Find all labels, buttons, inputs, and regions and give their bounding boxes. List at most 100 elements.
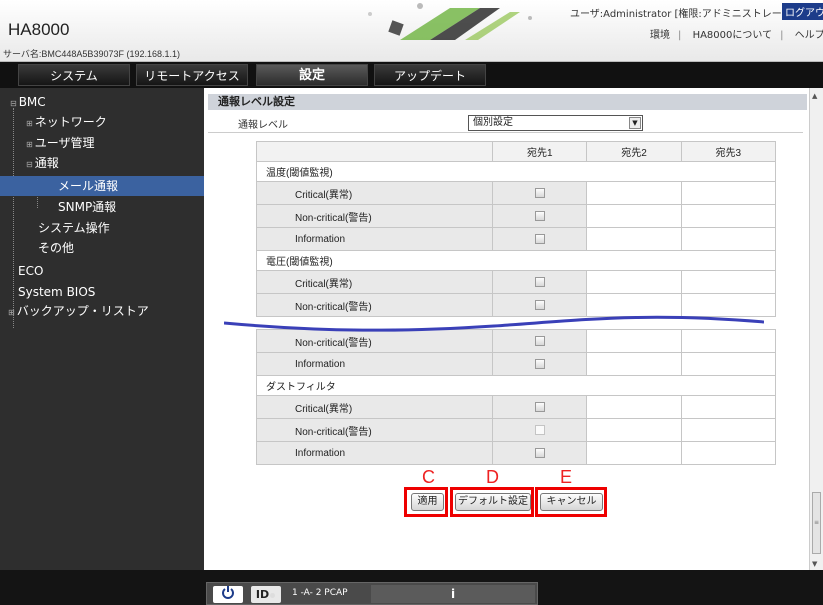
server-name: サーバ名:BMC448A5B39073F (192.168.1.1) [3, 49, 181, 59]
table-cell [680, 441, 777, 465]
link-separator: | [780, 30, 784, 41]
vertical-scrollbar[interactable]: ▲ ≡ ▼ [809, 88, 823, 570]
checkbox[interactable] [534, 447, 545, 458]
group-row: 電圧(閾値監視) [256, 250, 776, 271]
table-cell [586, 352, 682, 376]
table-cell [680, 270, 777, 294]
sidebar-item-bmc[interactable]: ⊟ BMC [0, 92, 204, 112]
power-icon[interactable] [213, 586, 243, 603]
checkbox[interactable] [534, 276, 545, 287]
severity-label: Non-critical(警告) [255, 204, 494, 228]
checkbox[interactable] [534, 401, 545, 412]
severity-label: Critical(異常) [255, 181, 494, 205]
severity-label: Information [255, 227, 494, 251]
tab-remote-access[interactable]: リモートアクセス [136, 64, 248, 86]
scroll-down-icon[interactable]: ▼ [812, 560, 817, 568]
table-row: Information [255, 441, 777, 465]
omission-wave-line [224, 315, 764, 332]
logout-button[interactable]: ログアウト [782, 3, 823, 20]
column-header: 宛先2 [586, 141, 682, 162]
default-settings-button[interactable]: デフォルト設定 [455, 493, 531, 511]
environment-link[interactable]: 環境 [650, 30, 670, 41]
tab-settings[interactable]: 設定 [256, 64, 368, 86]
checkbox-cell [492, 227, 588, 251]
group-label: 温度(閾値監視) [256, 161, 776, 182]
sidebar-item-system-bios[interactable]: System BIOS [0, 282, 204, 302]
dropdown-arrow-icon[interactable]: ▼ [629, 117, 641, 129]
sidebar-item-snmp-notification[interactable]: SNMP通報 [0, 197, 204, 217]
table-row: Non-critical(警告) [255, 204, 777, 228]
group-label: ダストフィルタ [256, 375, 776, 396]
sidebar-item-notification[interactable]: ⊟ 通報 [0, 153, 204, 173]
scroll-up-icon[interactable]: ▲ [812, 92, 817, 100]
user-info: ユーザ:Administrator [権限:アドミニストレータ] [570, 9, 796, 20]
checkbox[interactable] [534, 358, 545, 369]
group-row: 温度(閾値監視) [256, 161, 776, 182]
checkbox[interactable] [534, 210, 545, 221]
header-links: 環境 | HA8000について | ヘルプ [650, 26, 823, 41]
sidebar-item-network[interactable]: ⊞ ネットワーク [0, 112, 204, 132]
id-label: ID [255, 588, 270, 601]
table-cell [586, 418, 682, 442]
level-label: 通報レベル [238, 120, 288, 131]
checkbox-cell [492, 352, 588, 376]
group-label: 電圧(閾値監視) [256, 250, 776, 271]
checkbox[interactable] [534, 187, 545, 198]
tab-update[interactable]: アップデート [374, 64, 486, 86]
table-cell [680, 352, 777, 376]
collapse-icon[interactable]: ⊟ [10, 99, 17, 108]
sidebar-item-mail-notification[interactable]: メール通報 [0, 176, 204, 196]
apply-button[interactable]: 適用 [411, 493, 444, 511]
sidebar-item-label: ネットワーク [34, 115, 107, 129]
sidebar-item-eco[interactable]: ECO [0, 261, 204, 281]
checkbox-disabled[interactable] [534, 424, 545, 435]
expand-icon[interactable]: ⊞ [8, 308, 15, 317]
tab-system[interactable]: システム [18, 64, 130, 86]
id-indicator[interactable]: ID [251, 586, 281, 603]
level-select[interactable]: 個別設定 ▼ [468, 115, 643, 131]
section-title: 通報レベル設定 [208, 94, 807, 110]
severity-label: Non-critical(警告) [255, 418, 494, 442]
sidebar-item-label: バックアップ・リストア [16, 304, 149, 318]
table-cell [586, 270, 682, 294]
expand-icon[interactable]: ⊞ [26, 119, 33, 128]
severity-label: Critical(異常) [255, 270, 494, 294]
table-cell [680, 418, 777, 442]
column-header [255, 141, 494, 162]
table-row: Critical(異常) [255, 395, 777, 419]
sidebar: ⊟ BMC ⊞ ネットワーク ⊞ ユーザ管理 ⊟ 通報 メール通報 SNMP通報 システ… [0, 88, 204, 570]
checkbox-cell [492, 204, 588, 228]
cancel-button[interactable]: キャンセル [540, 493, 603, 511]
column-header: 宛先1 [492, 141, 588, 162]
help-link[interactable]: ヘルプ [795, 30, 823, 41]
table-cell [680, 227, 777, 251]
sidebar-item-backup-restore[interactable]: ⊞ バックアップ・リストア [0, 301, 204, 321]
collapse-icon[interactable]: ⊟ [26, 160, 33, 169]
header: HA8000 サーバ名:BMC448A5B39073F (192.168.1.1… [0, 0, 823, 62]
table-header-row: 宛先1 宛先2 宛先3 [255, 141, 777, 162]
checkbox-cell [492, 441, 588, 465]
table-cell [586, 227, 682, 251]
info-icon[interactable]: i [371, 585, 535, 603]
group-row: ダストフィルタ [256, 375, 776, 396]
severity-label: Information [255, 352, 494, 376]
status-panel: ID 1 -A- 2 PCAP i [206, 582, 538, 605]
expand-icon[interactable]: ⊞ [26, 140, 33, 149]
checkbox[interactable] [534, 233, 545, 244]
sidebar-item-label: BMC [18, 95, 46, 109]
sidebar-item-label: ユーザ管理 [34, 136, 95, 150]
sidebar-item-user-management[interactable]: ⊞ ユーザ管理 [0, 133, 204, 153]
annotation-label-d: D [486, 467, 499, 487]
sidebar-item-other[interactable]: その他 [0, 238, 204, 258]
level-row: 通報レベル 個別設定 ▼ [208, 111, 803, 133]
table-cell [586, 204, 682, 228]
scroll-thumb[interactable]: ≡ [812, 492, 821, 554]
footer: ID 1 -A- 2 PCAP i [0, 570, 823, 605]
main-panel: 通報レベル設定 通報レベル 個別設定 ▼ 宛先1 宛先2 宛先3 温度(閾値監視… [204, 88, 809, 570]
sidebar-item-system-operation[interactable]: システム操作 [0, 218, 204, 238]
column-header: 宛先3 [680, 141, 777, 162]
about-link[interactable]: HA8000について [693, 30, 773, 41]
app-title: HA8000 [8, 20, 70, 39]
table-cell [680, 204, 777, 228]
checkbox-cell [492, 395, 588, 419]
